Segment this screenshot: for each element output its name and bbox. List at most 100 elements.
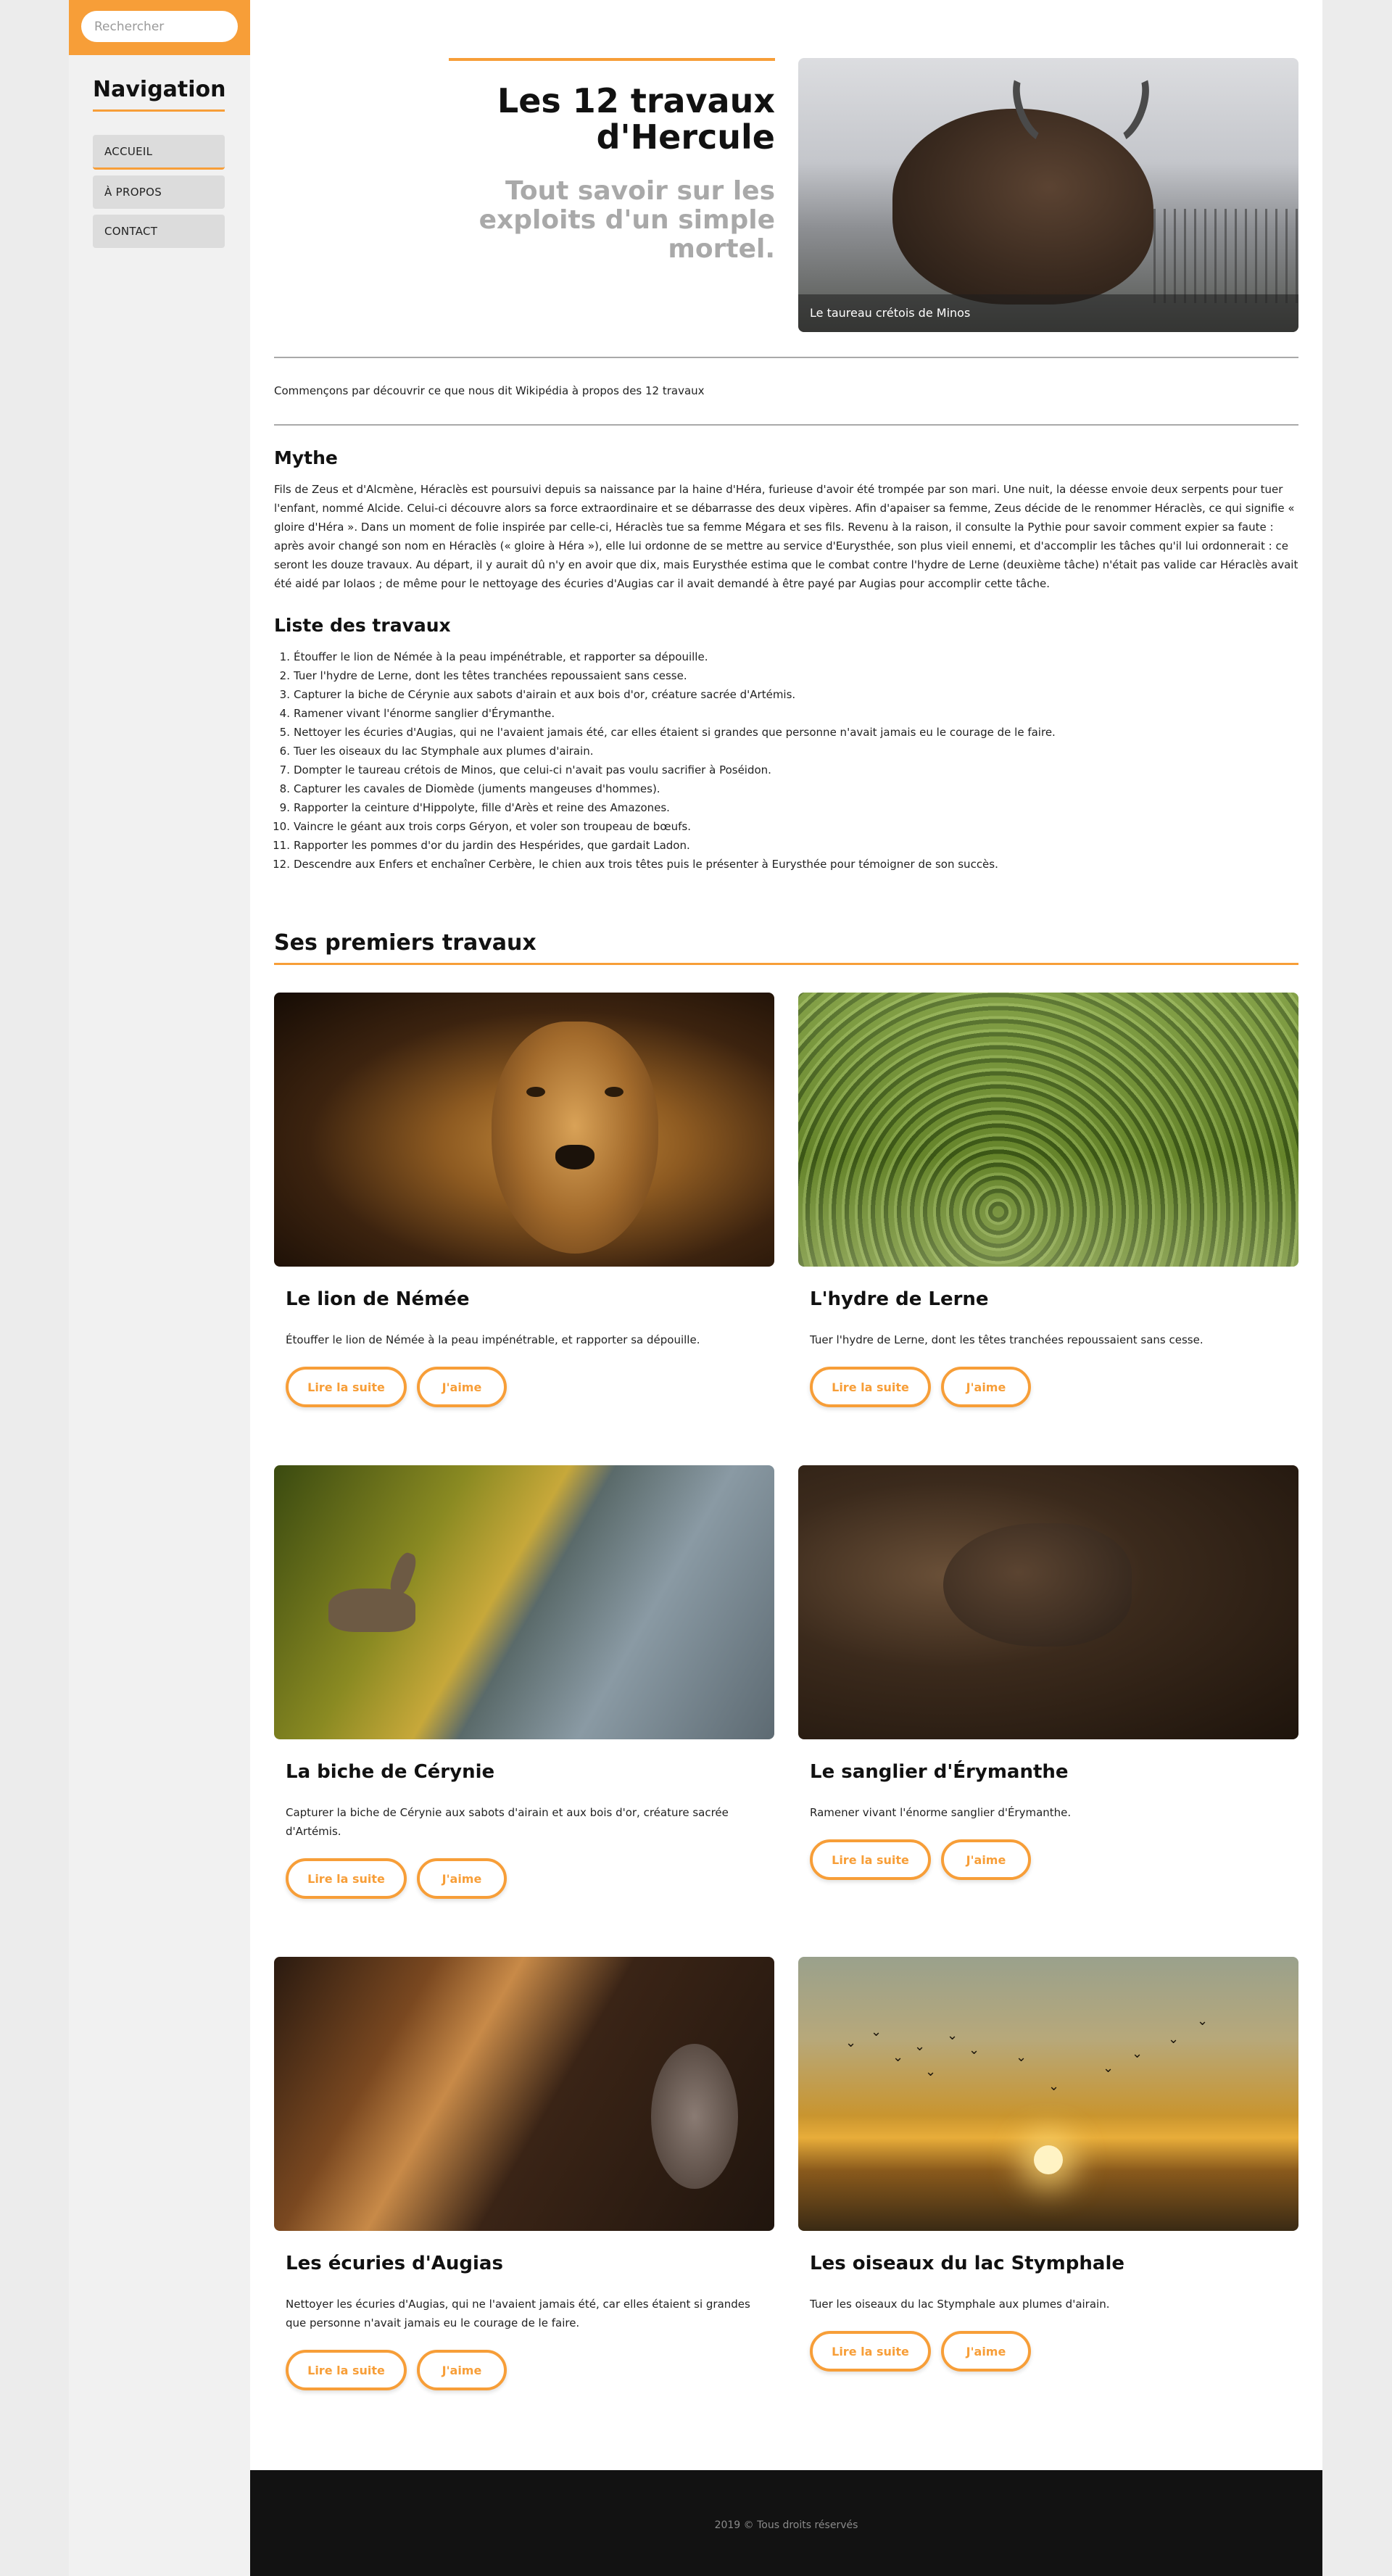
list-item: Tuer les oiseaux du lac Stymphale aux pl… [280,742,594,761]
list-item: Dompter le taureau crétois de Minos, que… [280,761,771,779]
card-title: L'hydre de Lerne [810,1288,989,1310]
card-title: Les écuries d'Augias [286,2253,503,2274]
like-button[interactable]: J'aime [941,2331,1031,2372]
horse-muzzle [651,2044,738,2189]
card-description: Capturer la biche de Cérynie aux sabots … [286,1806,729,1838]
nav-title: Navigation [93,77,226,112]
bird-icon: ⌄ [892,2050,904,2065]
divider-bottom [274,424,1298,426]
lion-eye [605,1087,624,1097]
list-item: Rapporter les pommes d'or du jardin des … [273,836,690,855]
search-input[interactable] [81,11,238,42]
bird-icon: ⌄ [845,2035,857,2050]
list-item: Ramener vivant l'énorme sanglier d'Éryma… [280,704,555,723]
deer-image [274,1465,774,1739]
bird-icon: ⌄ [1168,2032,1180,2047]
deer-illustration [328,1589,415,1632]
nav-item-accueil[interactable]: ACCUEIL [93,135,225,170]
card-description: Tuer les oiseaux du lac Stymphale aux pl… [810,2298,1110,2311]
list-item: Nettoyer les écuries d'Augias, qui ne l'… [280,723,1056,742]
like-button[interactable]: J'aime [417,1858,507,1899]
card-birds: ⌄ ⌄ ⌄ ⌄ ⌄ ⌄ ⌄ ⌄ ⌄ ⌄ ⌄ ⌄ ⌄ Les oiseaux du… [798,1957,1298,2372]
bird-icon: ⌄ [914,2039,926,2054]
bird-icon: ⌄ [1016,2050,1027,2065]
read-more-button[interactable]: Lire la suite [810,2331,931,2372]
lion-face [492,1022,658,1254]
bird-icon: ⌄ [1132,2046,1143,2061]
list-item: Capturer les cavales de Diomède (juments… [280,779,660,798]
card-actions: Lire la suite J'aime [286,2350,774,2390]
cards-section-heading: Ses premiers travaux [274,930,1298,965]
list-item: Rapporter la ceinture d'Hippolyte, fille… [280,798,670,817]
sun [1034,2145,1063,2174]
card-actions: Lire la suite J'aime [810,1367,1298,1407]
boar-image [798,1465,1298,1739]
bird-icon: ⌄ [1103,2061,1114,2076]
bird-icon: ⌄ [871,2024,882,2039]
footer-copyright: 2019 © Tous droits réservés [714,2519,858,2531]
read-more-button[interactable]: Lire la suite [286,1367,407,1407]
list-item: Descendre aux Enfers et enchaîner Cerbèr… [273,855,998,874]
like-button[interactable]: J'aime [417,1367,507,1407]
footer: 2019 © Tous droits réservés [250,2470,1322,2576]
page-title: Les 12 travaux d'Hercule [497,81,775,157]
card-actions: Lire la suite J'aime [286,1858,774,1899]
lion-image [274,993,774,1267]
like-button[interactable]: J'aime [417,2350,507,2390]
sidebar: Navigation ACCUEIL À PROPOS CONTACT [69,0,250,2576]
like-button[interactable]: J'aime [941,1839,1031,1880]
page-subtitle: Tout savoir sur les exploits d'un simple… [478,176,775,264]
hero: Les 12 travaux d'Hercule Tout savoir sur… [274,58,1298,332]
card-description: Ramener vivant l'énorme sanglier d'Éryma… [810,1806,1072,1819]
card-actions: Lire la suite J'aime [810,2331,1298,2372]
card-lion: Le lion de Némée Étouffer le lion de Ném… [274,993,774,1407]
list-item: Vaincre le géant aux trois corps Géryon,… [273,817,692,836]
card-actions: Lire la suite J'aime [286,1367,774,1407]
hero-image-caption: Le taureau crétois de Minos [798,294,1298,332]
read-more-button[interactable]: Lire la suite [810,1839,931,1880]
card-description: Étouffer le lion de Némée à la peau impé… [286,1333,700,1346]
labors-list: Étouffer le lion de Némée à la peau impé… [273,647,1298,874]
myth-heading: Mythe [274,447,338,468]
lion-eye [526,1087,545,1097]
read-more-button[interactable]: Lire la suite [286,2350,407,2390]
card-actions: Lire la suite J'aime [810,1839,1298,1880]
nav-item-a-propos[interactable]: À PROPOS [93,175,225,209]
card-stables: Les écuries d'Augias Nettoyer les écurie… [274,1957,774,2390]
card-description: Tuer l'hydre de Lerne, dont les têtes tr… [810,1333,1204,1346]
card-description: Nettoyer les écuries d'Augias, qui ne l'… [286,2298,750,2329]
card-boar: Le sanglier d'Érymanthe Ramener vivant l… [798,1465,1298,1880]
card-hydra: L'hydre de Lerne Tuer l'hydre de Lerne, … [798,993,1298,1407]
hero-image: Le taureau crétois de Minos [798,58,1298,332]
myth-text: Fils de Zeus et d'Alcmène, Héraclès est … [274,483,1298,590]
like-button[interactable]: J'aime [941,1367,1031,1407]
read-more-button[interactable]: Lire la suite [286,1858,407,1899]
list-item: Tuer l'hydre de Lerne, dont les têtes tr… [280,666,687,685]
list-item: Capturer la biche de Cérynie aux sabots … [280,685,796,704]
horse-image [274,1957,774,2231]
lion-nose [555,1145,594,1169]
bird-icon: ⌄ [969,2042,980,2058]
card-title: Le sanglier d'Érymanthe [810,1761,1069,1783]
search-bar [69,0,250,55]
intro-text: Commençons par découvrir ce que nous dit… [274,384,705,397]
boar-illustration [943,1523,1132,1647]
sunset-birds-image: ⌄ ⌄ ⌄ ⌄ ⌄ ⌄ ⌄ ⌄ ⌄ ⌄ ⌄ ⌄ ⌄ [798,1957,1298,2231]
list-item: Étouffer le lion de Némée à la peau impé… [280,647,708,666]
card-title: La biche de Cérynie [286,1761,495,1783]
hydra-image [798,993,1298,1267]
card-title: Les oiseaux du lac Stymphale [810,2253,1124,2274]
labors-heading: Liste des travaux [274,615,451,636]
divider-top [274,357,1298,358]
nav-item-contact[interactable]: CONTACT [93,215,225,248]
read-more-button[interactable]: Lire la suite [810,1367,931,1407]
card-title: Le lion de Némée [286,1288,470,1310]
hero-rule [449,58,775,61]
bird-icon: ⌄ [1048,2079,1060,2094]
card-deer: La biche de Cérynie Capturer la biche de… [274,1465,774,1899]
bird-icon: ⌄ [1197,2013,1209,2029]
hero-text: Les 12 travaux d'Hercule Tout savoir sur… [449,58,775,264]
nav-list: ACCUEIL À PROPOS CONTACT [93,135,225,248]
page: Navigation ACCUEIL À PROPOS CONTACT Les … [69,0,1322,2576]
hero-image-trees [1153,209,1298,303]
